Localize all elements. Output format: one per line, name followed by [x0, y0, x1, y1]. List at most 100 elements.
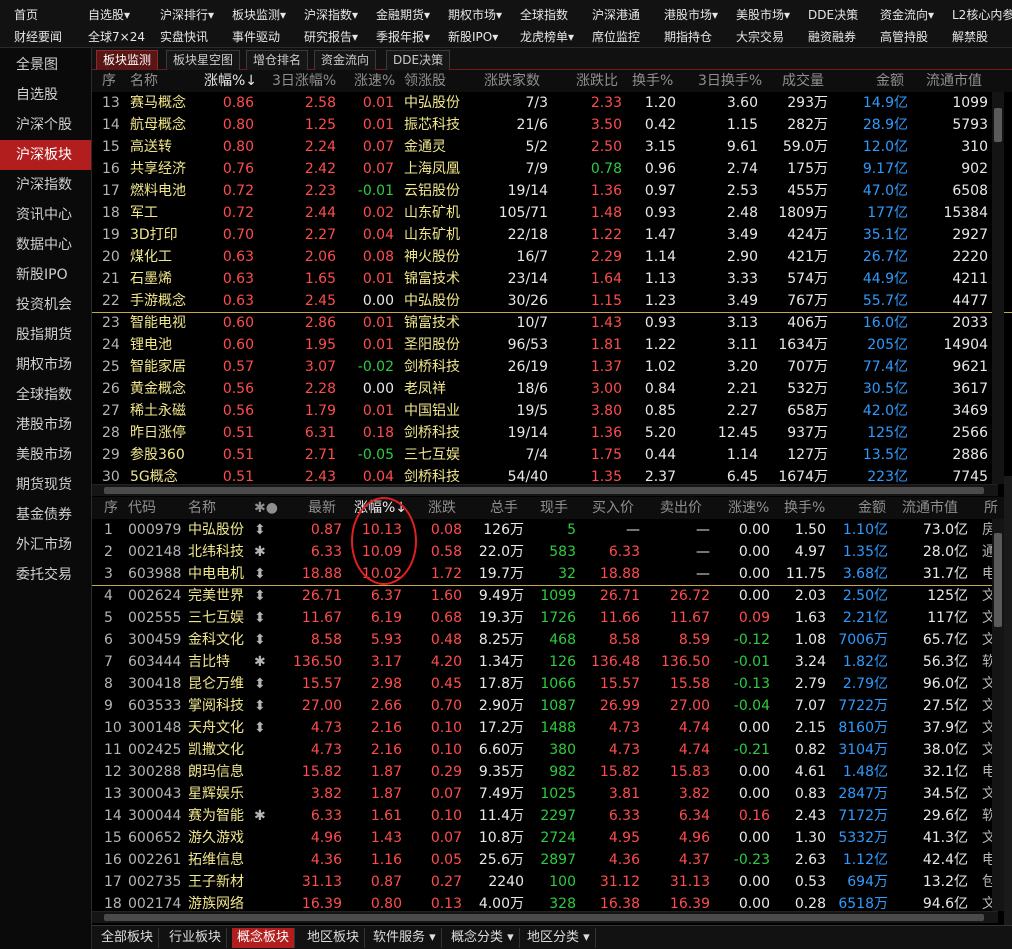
- stock-header-8[interactable]: 现手: [540, 497, 568, 519]
- stock-header-10[interactable]: 卖出价: [660, 497, 702, 519]
- main-tab-1[interactable]: 板块星空图: [166, 50, 241, 70]
- sidebar-item-14[interactable]: 期货现货: [0, 470, 91, 500]
- menu-item-row1-11[interactable]: DDE决策: [808, 5, 858, 25]
- menu-item-row1-1[interactable]: 自选股▾: [88, 5, 130, 25]
- stock-header-7[interactable]: 总手: [490, 497, 518, 519]
- menu-item-row2-11[interactable]: 融资融券: [808, 27, 856, 47]
- main-tab-2[interactable]: 增仓排名: [246, 50, 309, 70]
- menu-item-row2-7[interactable]: 龙虎榜单▾: [520, 27, 574, 47]
- stock-header-14[interactable]: 流通市值: [902, 497, 958, 519]
- category-tab-3[interactable]: 地区板块: [302, 928, 366, 948]
- main-tab-4[interactable]: DDE决策: [386, 50, 451, 70]
- sector-table-hscroll-thumb[interactable]: [104, 487, 984, 494]
- menu-item-row1-9[interactable]: 港股市场▾: [664, 5, 718, 25]
- sidebar-item-8[interactable]: 投资机会: [0, 290, 91, 320]
- sector-row[interactable]: 21 石墨烯 0.63 1.65 0.01 锦富技术 23/14 1.64 1.13 3.33 57…: [92, 268, 1012, 290]
- sector-row[interactable]: 23 智能电视 0.60 2.86 0.01 锦富技术 10/7 1.43 0.93 3.13 40…: [92, 312, 1012, 334]
- stock-row[interactable]: 17 002735 王子新材 31.13 0.87 0.27 2240 100 31.12 31.…: [92, 871, 1012, 893]
- sidebar-item-6[interactable]: 数据中心: [0, 230, 91, 260]
- sidebar-item-4[interactable]: 沪深指数: [0, 170, 91, 200]
- stock-row[interactable]: 1 000979 中弘股份 ⬍ 0.87 10.13 0.08 126万 5— —0.00 1.50…: [92, 519, 1012, 541]
- menu-item-row2-5[interactable]: 季报年报▾: [376, 27, 430, 47]
- sector-table-hscroll[interactable]: [92, 484, 998, 496]
- sidebar-item-13[interactable]: 美股市场: [0, 440, 91, 470]
- sector-row[interactable]: 17 燃料电池 0.72 2.23 -0.01 云铝股份 19/14 1.36 0.97 2.53…: [92, 180, 1012, 202]
- menu-item-row1-3[interactable]: 板块监测▾: [232, 5, 286, 25]
- stock-row[interactable]: 5 002555 三七互娱 ⬍ 11.67 6.19 0.68 19.3万 1726 11.66 1…: [92, 607, 1012, 629]
- menu-item-row2-13[interactable]: 解禁股: [952, 27, 988, 47]
- stock-row[interactable]: 10 300148 天舟文化 ⬍ 4.73 2.16 0.10 17.2万 1488 4.73 4.…: [92, 717, 1012, 739]
- sector-header-4[interactable]: 涨速%: [354, 70, 395, 92]
- stock-header-9[interactable]: 买入价: [592, 497, 634, 519]
- stock-header-6[interactable]: 涨跌: [428, 497, 456, 519]
- menu-item-row1-7[interactable]: 全球指数: [520, 5, 568, 25]
- sidebar-item-3[interactable]: 沪深板块: [0, 140, 91, 170]
- stock-header-15[interactable]: 所: [984, 497, 998, 519]
- stock-row[interactable]: 9 603533 掌阅科技 ⬍ 27.00 2.66 0.70 2.90万 1087 26.99 2…: [92, 695, 1012, 717]
- sector-row[interactable]: 24 锂电池 0.60 1.95 0.01 圣阳股份 96/53 1.81 1.22 3.11 16…: [92, 334, 1012, 356]
- main-tab-3[interactable]: 资金流向: [314, 50, 377, 70]
- menu-item-row2-12[interactable]: 高管持股: [880, 27, 928, 47]
- menu-item-row1-12[interactable]: 资金流向▾: [880, 5, 934, 25]
- stock-row[interactable]: 3 603988 中电电机 ⬍ 18.88 10.02 1.72 19.7万 32 18.88—0…: [92, 563, 1012, 585]
- sector-row[interactable]: 18 军工 0.72 2.44 0.02 山东矿机 105/71 1.48 0.93 2.48 18…: [92, 202, 1012, 224]
- sector-header-12[interactable]: 流通市值: [926, 70, 982, 92]
- menu-item-row1-4[interactable]: 沪深指数▾: [304, 5, 358, 25]
- stock-row[interactable]: 16 002261 拓维信息 4.36 1.16 0.05 25.6万 2897 4.36 4.3…: [92, 849, 1012, 871]
- stock-header-4[interactable]: 最新: [308, 497, 336, 519]
- sidebar-item-11[interactable]: 全球指数: [0, 380, 91, 410]
- stock-header-1[interactable]: 代码: [128, 497, 156, 519]
- sector-header-5[interactable]: 领涨股: [404, 70, 446, 92]
- category-tab-2[interactable]: 概念板块: [232, 928, 296, 948]
- stock-row[interactable]: 13 300043 星辉娱乐 3.82 1.87 0.07 7.49万 1025 3.81 3.8…: [92, 783, 1012, 805]
- menu-item-row2-4[interactable]: 研究报告▾: [304, 27, 358, 47]
- sector-row[interactable]: 13 赛马概念 0.86 2.58 0.01 中弘股份 7/3 2.33 1.20 3.60 293…: [92, 92, 1012, 114]
- sidebar-item-16[interactable]: 外汇市场: [0, 530, 91, 560]
- menu-item-row1-10[interactable]: 美股市场▾: [736, 5, 790, 25]
- sector-header-1[interactable]: 名称: [130, 70, 158, 92]
- sector-header-11[interactable]: 金额: [876, 70, 904, 92]
- sector-row[interactable]: 22 手游概念 0.63 2.45 0.00 中弘股份 30/26 1.15 1.23 3.49 7…: [92, 290, 1012, 312]
- sector-row[interactable]: 27 稀土永磁 0.56 1.79 0.01 中国铝业 19/5 3.80 0.85 2.27 65…: [92, 400, 1012, 422]
- stock-header-2[interactable]: 名称: [188, 497, 216, 519]
- sector-row[interactable]: 16 共享经济 0.76 2.42 0.07 上海凤凰 7/9 0.78 0.96 2.74 175…: [92, 158, 1012, 180]
- sector-row[interactable]: 15 高送转 0.80 2.24 0.07 金通灵 5/2 2.50 3.15 9.61 59.0万…: [92, 136, 1012, 158]
- menu-item-row1-2[interactable]: 沪深排行▾: [160, 5, 214, 25]
- menu-item-row1-6[interactable]: 期权市场▾: [448, 5, 502, 25]
- menu-item-row1-13[interactable]: L2核心内参: [952, 5, 1012, 25]
- sector-header-10[interactable]: 成交量: [782, 70, 824, 92]
- stock-row[interactable]: 6 300459 金科文化 ⬍ 8.58 5.93 0.48 8.25万 468 8.58 8.59…: [92, 629, 1012, 651]
- sector-row[interactable]: 14 航母概念 0.80 1.25 0.01 振芯科技 21/6 3.50 0.42 1.15 28…: [92, 114, 1012, 136]
- sector-header-0[interactable]: 序: [102, 70, 116, 92]
- sector-header-3[interactable]: 3日涨幅%: [272, 70, 336, 92]
- sector-header-7[interactable]: 涨跌比: [576, 70, 618, 92]
- sector-row[interactable]: 19 3D打印 0.70 2.27 0.04 山东矿机 22/18 1.22 1.47 3.49 4…: [92, 224, 1012, 246]
- stock-header-3[interactable]: ✱●: [254, 497, 278, 519]
- sector-row[interactable]: 20 煤化工 0.63 2.06 0.08 神火股份 16/7 2.29 1.14 2.90 421…: [92, 246, 1012, 268]
- stock-row[interactable]: 7 603444 吉比特 ✱ 136.50 3.17 4.20 1.34万 126 136.48 1…: [92, 651, 1012, 673]
- menu-item-row2-9[interactable]: 期指持仓: [664, 27, 712, 47]
- stock-header-13[interactable]: 金额: [858, 497, 886, 519]
- menu-item-row2-1[interactable]: 全球7×24: [88, 27, 145, 47]
- menu-item-row1-0[interactable]: 首页: [14, 5, 38, 25]
- sidebar-item-2[interactable]: 沪深个股: [0, 110, 91, 140]
- sector-row[interactable]: 25 智能家居 0.57 3.07 -0.02 剑桥科技 26/19 1.37 1.02 3.20…: [92, 356, 1012, 378]
- menu-item-row2-6[interactable]: 新股IPO▾: [448, 27, 498, 47]
- main-tab-0[interactable]: 板块监测: [96, 50, 159, 70]
- stock-table-vscroll-thumb[interactable]: [994, 533, 1002, 627]
- sidebar-item-17[interactable]: 委托交易: [0, 560, 91, 590]
- menu-item-row2-8[interactable]: 席位监控: [592, 27, 640, 47]
- menu-item-row2-10[interactable]: 大宗交易: [736, 27, 784, 47]
- sidebar-item-9[interactable]: 股指期货: [0, 320, 91, 350]
- stock-row[interactable]: 8 300418 昆仑万维 ⬍ 15.57 2.98 0.45 17.8万 1066 15.57 1…: [92, 673, 1012, 695]
- sidebar-item-12[interactable]: 港股市场: [0, 410, 91, 440]
- category-tab-4[interactable]: 软件服务 ▾: [368, 928, 442, 948]
- stock-table-hscroll[interactable]: [92, 911, 998, 923]
- stock-table-vscroll[interactable]: [992, 519, 1004, 911]
- stock-row[interactable]: 4 002624 完美世界 ⬍ 26.71 6.37 1.60 9.49万 1099 26.71 2…: [92, 585, 1012, 607]
- stock-table-hscroll-thumb[interactable]: [104, 914, 984, 921]
- category-tab-1[interactable]: 行业板块: [164, 928, 228, 948]
- sidebar-item-7[interactable]: 新股IPO: [0, 260, 91, 290]
- sector-header-8[interactable]: 换手%: [632, 70, 673, 92]
- sector-table-vscroll[interactable]: [992, 92, 1004, 484]
